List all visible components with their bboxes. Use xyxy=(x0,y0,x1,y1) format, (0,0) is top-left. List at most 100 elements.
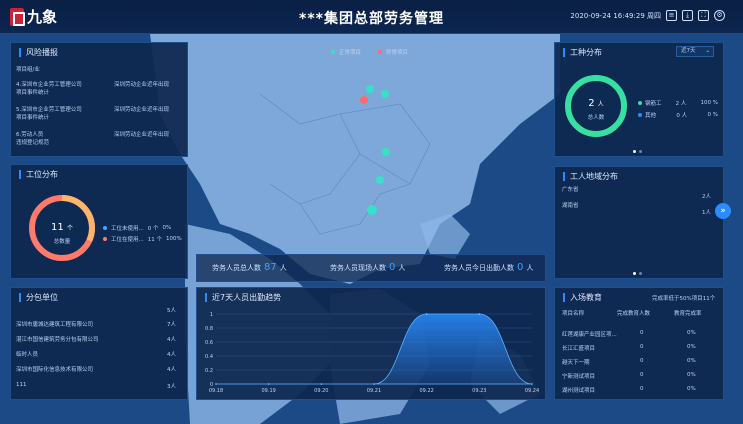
project-marker[interactable] xyxy=(366,85,374,93)
pager-dot-icon[interactable] xyxy=(633,272,636,275)
subcontract-value: 7人 xyxy=(167,322,176,328)
project-marker[interactable] xyxy=(382,148,390,156)
y-tick-label: 0.8 xyxy=(205,326,213,332)
legend-dot-icon xyxy=(103,237,107,241)
legend-dot-icon xyxy=(638,101,642,105)
filter-icon[interactable]: ≡ xyxy=(666,10,677,21)
map-legend-normal[interactable]: 正常项目 xyxy=(331,48,361,56)
trade-legend-item[interactable]: 其他 0 人 0 % xyxy=(638,111,718,119)
worktype-legend-item[interactable]: 工位在使用... 11 个 100% xyxy=(103,235,182,243)
subcontract-name: 111 xyxy=(16,382,27,388)
legend-label: 工位在使用... xyxy=(111,237,144,243)
workstation-total-unit: 个 xyxy=(66,225,73,232)
subcontract-value: 4人 xyxy=(167,352,176,358)
project-marker[interactable] xyxy=(381,90,389,98)
training-count: 0 xyxy=(640,372,644,378)
subcontract-row[interactable]: 深圳市唐城达建筑工程有限公司 7人 xyxy=(16,320,176,328)
subcontract-row[interactable]: 临时人员 4人 xyxy=(16,350,176,358)
project-marker[interactable] xyxy=(360,96,368,104)
stat-onsite: 劳务人员现场人数 0 人 xyxy=(330,262,405,273)
legend-count: 0 人 xyxy=(676,113,688,119)
training-name: 长江汇盛项目 xyxy=(562,346,596,352)
risk-item[interactable]: 6.劳动人员 深圳劳动企业近年出现 xyxy=(16,131,176,139)
training-name: 红莲湖康产业园区项... xyxy=(562,332,617,338)
x-tick-label: 09.21 xyxy=(367,388,381,394)
y-tick-label: 1 xyxy=(210,312,213,318)
stat-total-label: 劳务人员总人数 xyxy=(212,264,261,272)
risk-item[interactable]: 项目组/业 xyxy=(16,66,176,74)
legend-count: 0 个 xyxy=(147,226,159,232)
normal-dot-icon xyxy=(331,50,335,54)
project-marker[interactable] xyxy=(367,205,377,215)
trade-total-unit: 人 xyxy=(597,101,604,108)
risk-item[interactable]: 4.深圳市企业劳工管理公司 深圳劳动企业近年出现 xyxy=(16,81,176,89)
subcontract-row[interactable]: 湛江市国信建筑劳务分包有限公司 4人 xyxy=(16,335,176,343)
map-legend-abnormal-label: 异常项目 xyxy=(386,50,409,56)
region-name: 广东省 xyxy=(562,187,579,193)
trade-total-label: 总人数 xyxy=(587,115,605,121)
fullscreen-icon[interactable]: ⛶ xyxy=(698,10,709,21)
stat-today: 劳务人员今日出勤人数 0 人 xyxy=(444,262,533,273)
x-tick-label: 09.23 xyxy=(472,388,486,394)
training-summary: 完成率低于50%项目11个 xyxy=(652,296,716,302)
expand-arrow-icon[interactable]: » xyxy=(715,203,731,219)
risk-item[interactable]: 5.深圳市企业劳工管理公司 深圳劳动企业近年出现 xyxy=(16,106,176,114)
stat-onsite-unit: 人 xyxy=(398,264,406,272)
legend-pct: 0% xyxy=(162,225,172,231)
period-select[interactable]: 近7天 ⌄ xyxy=(676,46,714,57)
region-pager[interactable] xyxy=(633,272,642,275)
pager-dot-icon[interactable] xyxy=(633,150,636,153)
pager-dot-icon[interactable] xyxy=(639,150,642,153)
risk-item[interactable]: 项目事件统计 xyxy=(16,89,176,97)
region-name: 湖南省 xyxy=(562,203,579,209)
project-marker[interactable] xyxy=(376,176,384,184)
training-name: 越天下一期 xyxy=(562,360,590,366)
data-point xyxy=(531,383,533,385)
datetime: 2020-09-24 16:49:29 周四 xyxy=(570,11,661,20)
y-tick-label: 0.2 xyxy=(205,368,213,374)
risk-item[interactable]: 项目事件统计 xyxy=(16,114,176,122)
risk-left: 项目事件统计 xyxy=(16,115,50,121)
training-pct: 0% xyxy=(687,358,696,364)
training-count: 0 xyxy=(640,358,644,364)
x-tick-label: 09.19 xyxy=(262,388,276,394)
legend-pct: 100% xyxy=(166,236,182,242)
legend-label: 工位未使用... xyxy=(111,226,144,232)
subcontract-title: 分包单位 xyxy=(19,293,58,302)
worktype-legend-item[interactable]: 工位未使用... 0 个 0% xyxy=(103,224,171,232)
legend-label: 其他 xyxy=(645,113,657,119)
workstation-total-label: 总数量 xyxy=(53,239,71,245)
map-legend-normal-label: 正常项目 xyxy=(339,50,362,56)
x-tick-label: 09.22 xyxy=(420,388,434,394)
subcontract-value: 3人 xyxy=(167,384,176,390)
risk-left: 6.劳动人员 xyxy=(16,132,44,138)
data-point xyxy=(215,383,217,385)
map-legend-abnormal[interactable]: 异常项目 xyxy=(378,48,408,56)
risk-right xyxy=(114,139,176,147)
training-col-count: 完成教育人数 xyxy=(617,311,651,317)
export-icon[interactable]: ⤓ xyxy=(682,10,693,21)
legend-dot-icon xyxy=(103,226,107,230)
settings-icon[interactable]: ⚙ xyxy=(714,10,725,21)
trade-legend-item[interactable]: 钢筋工 2 人 100 % xyxy=(638,99,718,107)
abnormal-dot-icon xyxy=(378,50,382,54)
data-point xyxy=(478,313,481,315)
risk-item[interactable]: 违规登记规范 xyxy=(16,139,176,147)
trade-pager[interactable] xyxy=(633,150,642,153)
trade-title: 工种分布 xyxy=(563,48,602,57)
data-point xyxy=(267,383,270,385)
risk-right: 深圳劳动企业近年出现 xyxy=(114,107,170,113)
stat-onsite-label: 劳务人员现场人数 xyxy=(330,264,386,272)
subcontract-row[interactable]: 111 3人 xyxy=(16,382,176,390)
training-count: 0 xyxy=(640,330,644,336)
trade-total-value: 2 xyxy=(588,98,595,109)
subcontract-row[interactable]: 深圳市国际化信息技术有限公司 4人 xyxy=(16,365,176,373)
pager-dot-icon[interactable] xyxy=(639,272,642,275)
legend-pct: 100 % xyxy=(700,100,718,106)
region-panel: 工人地域分布 xyxy=(554,166,724,279)
risk-right: 深圳劳动企业近年出现 xyxy=(114,82,170,88)
x-tick-label: 09.24 xyxy=(525,388,539,394)
period-select-value: 近7天 xyxy=(681,48,696,54)
subcontract-row[interactable]: 5人 xyxy=(16,306,176,314)
y-tick-label: 0.6 xyxy=(205,340,213,346)
